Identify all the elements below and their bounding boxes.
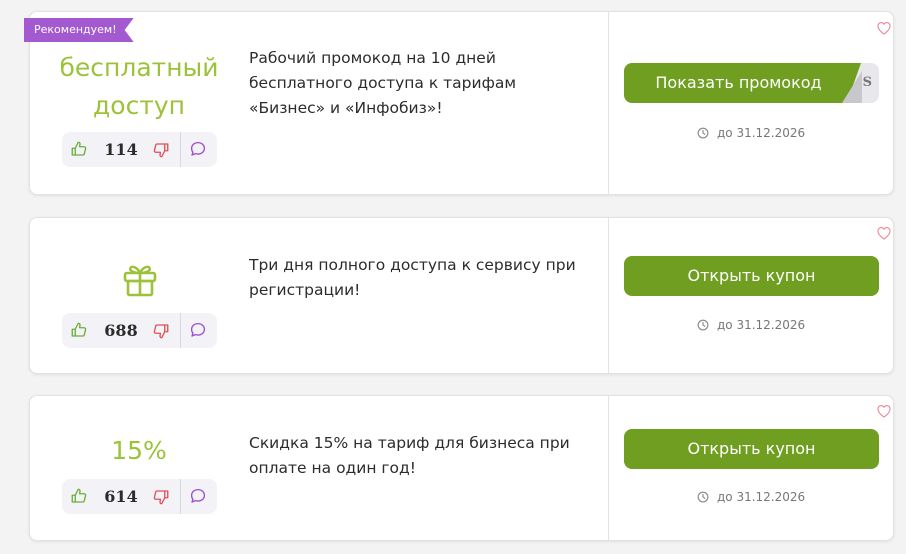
favorite-heart-icon[interactable] bbox=[876, 404, 892, 418]
thumbs-up-icon[interactable] bbox=[70, 140, 88, 158]
comment-icon[interactable] bbox=[189, 487, 207, 505]
expiry-date: до 31.12.2026 bbox=[717, 318, 806, 332]
likes-count: 114 bbox=[104, 140, 138, 159]
thumbs-up-icon[interactable] bbox=[70, 321, 88, 339]
comment-icon[interactable] bbox=[189, 321, 207, 339]
vote-panel: 614 bbox=[62, 479, 217, 514]
comment-icon[interactable] bbox=[189, 140, 207, 158]
offer-title-line2: доступ bbox=[92, 91, 186, 120]
coupon-description: Три дня полного доступа к сервису при ре… bbox=[249, 253, 594, 303]
coupon-card: 688 Три дня полного доступа к сервису пр… bbox=[29, 217, 894, 374]
open-coupon-button[interactable]: Открыть купон bbox=[624, 256, 879, 296]
expiry-date: до 31.12.2026 bbox=[717, 126, 806, 140]
recommended-badge: Рекомендуем! bbox=[24, 18, 134, 42]
card-divider bbox=[608, 218, 609, 373]
thumbs-down-icon[interactable] bbox=[152, 141, 170, 159]
coupon-description: Скидка 15% на тариф для бизнеса при опла… bbox=[249, 431, 594, 481]
vote-panel: 688 bbox=[62, 313, 217, 348]
offer-value: 15% bbox=[111, 436, 167, 465]
thumbs-down-icon[interactable] bbox=[152, 488, 170, 506]
clock-icon bbox=[697, 127, 709, 139]
card-divider bbox=[608, 396, 609, 540]
likes-count: 688 bbox=[104, 321, 138, 340]
vote-divider bbox=[180, 132, 181, 167]
description-line: регистрации! bbox=[249, 281, 361, 299]
vote-panel: 114 bbox=[62, 132, 217, 167]
likes-count: 614 bbox=[104, 487, 138, 506]
expiry-date: до 31.12.2026 bbox=[717, 490, 806, 504]
coupon-card: Рекомендуем! бесплатный доступ 114 Рабоч… bbox=[29, 11, 894, 195]
open-coupon-button[interactable]: Открыть купон bbox=[624, 429, 879, 469]
offer-title-line1: бесплатный bbox=[59, 53, 219, 82]
description-line: бесплатного доступа к тарифам bbox=[249, 74, 517, 92]
clock-icon bbox=[697, 319, 709, 331]
description-line: Рабочий промокод на 10 дней bbox=[249, 49, 496, 67]
gift-icon bbox=[120, 259, 160, 299]
vote-divider bbox=[180, 313, 181, 348]
show-promo-label[interactable]: Показать промокод bbox=[624, 63, 861, 103]
coupon-description: Рабочий промокод на 10 дней бесплатного … bbox=[249, 46, 594, 121]
favorite-heart-icon[interactable] bbox=[876, 226, 892, 240]
thumbs-up-icon[interactable] bbox=[70, 487, 88, 505]
offer-title: бесплатный доступ bbox=[40, 49, 238, 125]
favorite-heart-icon[interactable] bbox=[876, 21, 892, 35]
description-line: Скидка 15% на тариф для бизнеса при bbox=[249, 434, 570, 452]
description-line: Три дня полного доступа к сервису при bbox=[249, 256, 576, 274]
coupon-card: 15% 614 Скидка 15% на тариф для бизнеса … bbox=[29, 395, 894, 541]
card-divider bbox=[608, 12, 609, 194]
clock-icon bbox=[697, 491, 709, 503]
description-line: «Бизнес» и «Инфобиз»! bbox=[249, 99, 443, 117]
description-line: оплате на один год! bbox=[249, 459, 416, 477]
show-promo-code-button[interactable]: S Показать промокод bbox=[624, 63, 879, 103]
thumbs-down-icon[interactable] bbox=[152, 322, 170, 340]
vote-divider bbox=[180, 479, 181, 514]
